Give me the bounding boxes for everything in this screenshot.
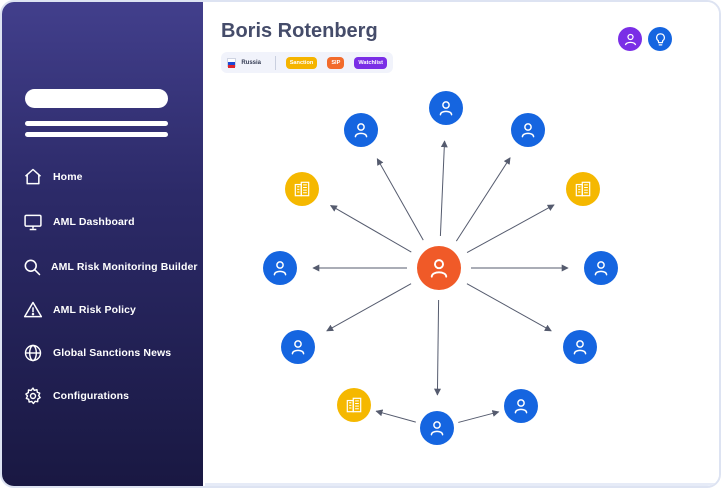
company-node[interactable] bbox=[337, 388, 371, 422]
sidebar-item-aml-risk-policy[interactable]: AML Risk Policy bbox=[22, 297, 197, 323]
person-node[interactable] bbox=[263, 251, 297, 285]
sidebar-item-label: Home bbox=[53, 171, 83, 183]
person-node[interactable] bbox=[420, 411, 454, 445]
company-node[interactable] bbox=[285, 172, 319, 206]
globe-icon bbox=[22, 342, 44, 364]
person-node[interactable] bbox=[429, 91, 463, 125]
person-node[interactable] bbox=[563, 330, 597, 364]
relationship-arrow bbox=[433, 299, 441, 396]
sidebar-item-label: AML Risk Monitoring Builder bbox=[51, 261, 198, 273]
sidebar-line-placeholder bbox=[25, 132, 168, 137]
sidebar-item-aml-risk-monitoring-builder[interactable]: AML Risk Monitoring Builder bbox=[22, 254, 197, 280]
person-node[interactable] bbox=[504, 389, 538, 423]
sidebar-item-label: Configurations bbox=[53, 390, 130, 402]
sidebar-line-placeholder bbox=[25, 121, 168, 126]
person-node[interactable] bbox=[511, 113, 545, 147]
app-frame: Home AML Dashboard AML Risk Monitoring B… bbox=[0, 0, 721, 488]
relationship-arrow bbox=[439, 140, 448, 237]
person-node[interactable] bbox=[584, 251, 618, 285]
sidebar-item-label: AML Dashboard bbox=[53, 216, 135, 228]
relationship-network-graph bbox=[263, 91, 618, 445]
sidebar-item-global-sanctions-news[interactable]: Global Sanctions News bbox=[22, 340, 197, 366]
relationship-arrow bbox=[329, 205, 412, 253]
sidebar-item-label: AML Risk Policy bbox=[53, 304, 136, 316]
relationship-arrow bbox=[375, 409, 416, 423]
sidebar-item-aml-dashboard[interactable]: AML Dashboard bbox=[22, 209, 197, 235]
main-content: Boris Rotenberg Russia Sanction SIP Watc… bbox=[205, 2, 719, 486]
gear-icon bbox=[22, 385, 44, 407]
sidebar-item-label: Global Sanctions News bbox=[53, 347, 172, 359]
relationship-arrow bbox=[466, 283, 552, 332]
relationship-arrow bbox=[376, 158, 424, 241]
sidebar-logo-placeholder bbox=[25, 89, 168, 108]
subject-node[interactable] bbox=[417, 246, 461, 290]
relationship-arrow bbox=[326, 283, 412, 332]
search-icon bbox=[22, 256, 42, 278]
company-node[interactable] bbox=[566, 172, 600, 206]
sidebar: Home AML Dashboard AML Risk Monitoring B… bbox=[2, 2, 203, 486]
home-icon bbox=[22, 166, 44, 188]
sidebar-item-configurations[interactable]: Configurations bbox=[22, 383, 197, 409]
relationship-arrow bbox=[455, 157, 511, 242]
relationship-arrow bbox=[458, 410, 500, 423]
person-node[interactable] bbox=[344, 113, 378, 147]
monitor-icon bbox=[22, 211, 44, 233]
person-node[interactable] bbox=[281, 330, 315, 364]
sidebar-item-home[interactable]: Home bbox=[22, 164, 197, 190]
warning-icon bbox=[22, 299, 44, 321]
relationship-arrow bbox=[466, 204, 555, 254]
